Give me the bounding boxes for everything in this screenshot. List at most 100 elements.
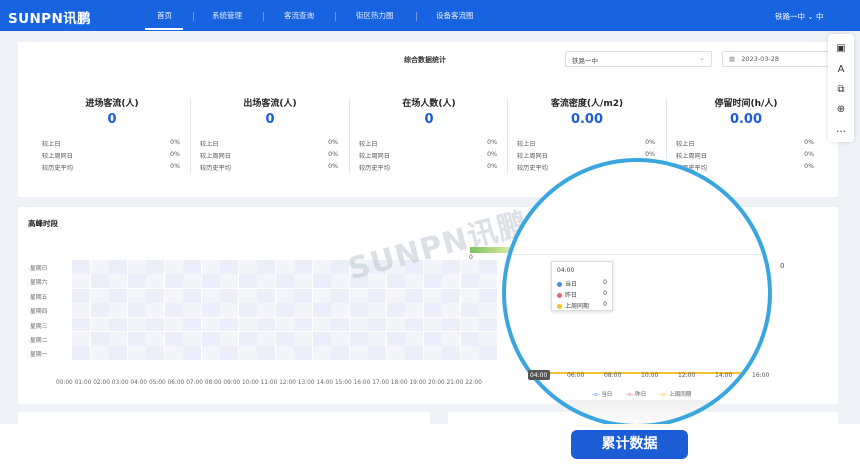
heat-cell[interactable] — [72, 303, 90, 318]
heat-cell[interactable] — [238, 346, 257, 361]
heat-cell[interactable] — [479, 346, 497, 361]
heat-cell[interactable] — [405, 288, 423, 303]
heat-cell[interactable] — [146, 274, 164, 289]
heat-cell[interactable] — [442, 274, 460, 289]
heat-cell[interactable] — [460, 288, 479, 303]
heat-cell[interactable] — [423, 288, 442, 303]
heat-cell[interactable] — [423, 332, 442, 346]
heat-cell[interactable] — [405, 274, 423, 289]
heat-cell[interactable] — [220, 317, 238, 332]
heat-cell[interactable] — [238, 260, 257, 274]
heat-cell[interactable] — [90, 288, 109, 303]
heat-cell[interactable] — [460, 303, 479, 318]
heat-cell[interactable] — [349, 346, 368, 361]
heat-cell[interactable] — [146, 303, 164, 318]
heat-cell[interactable] — [183, 303, 201, 318]
heat-cell[interactable] — [238, 332, 257, 346]
heat-cell[interactable] — [127, 332, 146, 346]
heat-cell[interactable] — [127, 260, 146, 274]
heat-cell[interactable] — [312, 303, 331, 318]
heat-cell[interactable] — [146, 317, 164, 332]
more-icon[interactable]: … — [832, 120, 850, 138]
heat-cell[interactable] — [294, 332, 312, 346]
heat-cell[interactable] — [183, 274, 201, 289]
heat-cell[interactable] — [90, 303, 109, 318]
heat-cell[interactable] — [127, 346, 146, 361]
heat-cell[interactable] — [90, 317, 109, 332]
heat-cell[interactable] — [479, 260, 497, 274]
heat-cell[interactable] — [201, 317, 220, 332]
heat-cell[interactable] — [294, 303, 312, 318]
heat-cell[interactable] — [72, 346, 90, 361]
heat-cell[interactable] — [90, 260, 109, 274]
heat-cell[interactable] — [479, 317, 497, 332]
heat-cell[interactable] — [201, 274, 220, 289]
heat-cell[interactable] — [386, 346, 405, 361]
heat-cell[interactable] — [183, 346, 201, 361]
heat-cell[interactable] — [257, 274, 275, 289]
heat-cell[interactable] — [331, 303, 349, 318]
nav-home[interactable]: 首页 — [157, 10, 172, 21]
heat-cell[interactable] — [349, 288, 368, 303]
heat-cell[interactable] — [331, 317, 349, 332]
nav-flow-query[interactable]: 客流查询 — [284, 10, 314, 21]
heat-cell[interactable] — [386, 303, 405, 318]
heat-cell[interactable] — [312, 346, 331, 361]
heat-cell[interactable] — [146, 288, 164, 303]
heat-cell[interactable] — [368, 303, 386, 318]
heat-cell[interactable] — [294, 260, 312, 274]
translate-icon[interactable]: A — [832, 60, 850, 78]
heat-cell[interactable] — [164, 274, 183, 289]
heat-cell[interactable] — [220, 260, 238, 274]
heat-cell[interactable] — [331, 274, 349, 289]
heat-cell[interactable] — [72, 317, 90, 332]
heat-cell[interactable] — [423, 303, 442, 318]
heat-cell[interactable] — [331, 346, 349, 361]
heat-cell[interactable] — [331, 332, 349, 346]
heat-cell[interactable] — [109, 274, 127, 289]
heat-cell[interactable] — [275, 288, 294, 303]
heat-cell[interactable] — [294, 346, 312, 361]
heat-cell[interactable] — [164, 260, 183, 274]
heat-cell[interactable] — [183, 288, 201, 303]
heat-cell[interactable] — [442, 346, 460, 361]
heat-cell[interactable] — [294, 317, 312, 332]
heat-cell[interactable] — [72, 260, 90, 274]
heat-cell[interactable] — [275, 346, 294, 361]
heat-cell[interactable] — [201, 288, 220, 303]
heat-cell[interactable] — [460, 317, 479, 332]
user-menu[interactable]: 铁路一中 ⌄ 中 — [775, 11, 824, 22]
heat-cell[interactable] — [72, 274, 90, 289]
heat-cell[interactable] — [257, 346, 275, 361]
heat-cell[interactable] — [405, 332, 423, 346]
heat-cell[interactable] — [183, 317, 201, 332]
heat-cell[interactable] — [312, 260, 331, 274]
heat-cell[interactable] — [275, 274, 294, 289]
heat-cell[interactable] — [312, 317, 331, 332]
heat-cell[interactable] — [442, 303, 460, 318]
heat-cell[interactable] — [257, 288, 275, 303]
legend-yesterday[interactable]: -o- 昨日 — [626, 390, 646, 398]
heat-cell[interactable] — [294, 274, 312, 289]
heat-cell[interactable] — [331, 288, 349, 303]
heat-cell[interactable] — [164, 346, 183, 361]
heat-cell[interactable] — [90, 332, 109, 346]
heat-cell[interactable] — [312, 332, 331, 346]
heat-cell[interactable] — [368, 346, 386, 361]
heat-cell[interactable] — [109, 260, 127, 274]
heat-cell[interactable] — [442, 332, 460, 346]
heat-cell[interactable] — [90, 274, 109, 289]
heat-cell[interactable] — [220, 332, 238, 346]
heat-cell[interactable] — [164, 317, 183, 332]
legend-last-week[interactable]: -o- 上周同期 — [660, 390, 691, 398]
heat-cell[interactable] — [220, 274, 238, 289]
heat-cell[interactable] — [201, 303, 220, 318]
heat-cell[interactable] — [294, 288, 312, 303]
heat-cell[interactable] — [72, 332, 90, 346]
heat-cell[interactable] — [479, 274, 497, 289]
nav-device-flow[interactable]: 设备客流图 — [436, 10, 474, 21]
heat-cell[interactable] — [238, 317, 257, 332]
heat-cell[interactable] — [201, 346, 220, 361]
image-icon[interactable]: ▣ — [832, 39, 850, 57]
heat-cell[interactable] — [257, 332, 275, 346]
